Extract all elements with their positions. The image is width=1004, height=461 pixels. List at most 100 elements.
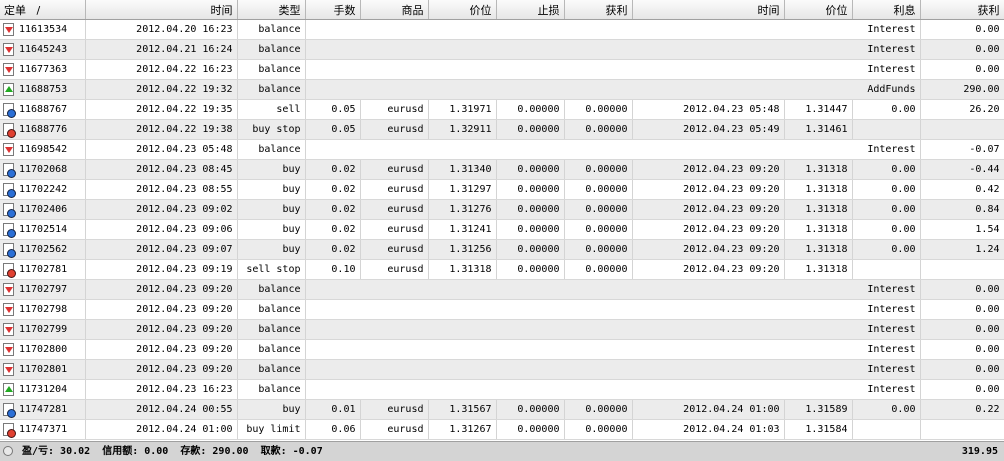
- type-cell: buy limit: [237, 419, 306, 440]
- open-time-cell: 2012.04.23 09:19: [85, 259, 238, 280]
- col-close-time[interactable]: 时间: [632, 0, 785, 20]
- row-icon-cell: [0, 79, 17, 100]
- table-row[interactable]: 11677363 2012.04.22 16:23 balance Interest 0…: [0, 59, 1004, 80]
- table-row[interactable]: 11688753 2012.04.22 19:32 balance AddFunds 2…: [0, 79, 1004, 100]
- row-icon-cell: [0, 359, 17, 380]
- deposit-arrow-icon: [3, 383, 14, 396]
- col-swap[interactable]: 利息: [852, 0, 921, 20]
- type-cell: balance: [237, 359, 306, 380]
- row-icon-cell: [0, 419, 17, 440]
- table-row[interactable]: 11613534 2012.04.20 16:23 balance Interest 0…: [0, 19, 1004, 40]
- col-ticket[interactable]: 定单 /: [0, 0, 86, 20]
- table-row[interactable]: 11702798 2012.04.23 09:20 balance Interest 0…: [0, 299, 1004, 320]
- cancelled-order-icon: [3, 123, 16, 138]
- row-icon-cell: [0, 259, 17, 280]
- header-row: 定单 / 时间 类型 手数 商品 价位 止损 获利 时间 价位 利息 获利: [0, 0, 1004, 20]
- profit-cell: 0.42: [920, 179, 1004, 200]
- withdraw-arrow-icon: [3, 283, 14, 296]
- withdraw-arrow-icon: [3, 343, 14, 356]
- col-sl[interactable]: 止损: [496, 0, 565, 20]
- table-row[interactable]: 11702514 2012.04.23 09:06 buy 0.02 eurusd 1.3…: [0, 219, 1004, 240]
- blank-cell: [305, 39, 852, 60]
- col-symbol[interactable]: 商品: [360, 0, 429, 20]
- col-lots[interactable]: 手数: [305, 0, 361, 20]
- ticket-cell: 11688776: [17, 119, 86, 140]
- table-row[interactable]: 11702242 2012.04.23 08:55 buy 0.02 eurusd 1.3…: [0, 179, 1004, 200]
- table-row[interactable]: 11702406 2012.04.23 09:02 buy 0.02 eurusd 1.3…: [0, 199, 1004, 220]
- sort-icon: /: [36, 3, 41, 17]
- lots-cell: 0.10: [305, 259, 361, 280]
- col-close-price[interactable]: 价位: [784, 0, 853, 20]
- withdraw-arrow-icon: [3, 323, 14, 336]
- type-cell: buy: [237, 219, 306, 240]
- close-time-cell: 2012.04.23 09:20: [632, 159, 785, 180]
- ticket-cell: 11688753: [17, 79, 86, 100]
- blank-cell: [305, 59, 852, 80]
- profit-cell: 0.00: [920, 359, 1004, 380]
- type-cell: buy stop: [237, 119, 306, 140]
- open-time-cell: 2012.04.22 19:35: [85, 99, 238, 120]
- ticket-cell: 11702800: [17, 339, 86, 360]
- open-price-cell: 1.31297: [428, 179, 497, 200]
- open-time-cell: 2012.04.23 08:55: [85, 179, 238, 200]
- table-row[interactable]: 11702801 2012.04.23 09:20 balance Interest 0…: [0, 359, 1004, 380]
- col-open-time[interactable]: 时间: [85, 0, 238, 20]
- ticket-cell: 11702514: [17, 219, 86, 240]
- ticket-cell: 11702562: [17, 239, 86, 260]
- table-row[interactable]: 11731204 2012.04.23 16:23 balance Interest 0…: [0, 379, 1004, 400]
- summary-text: 盈/亏: 30.02 信用额: 0.00 存款: 290.00 取款: -0.0…: [22, 446, 323, 457]
- symbol-cell: eurusd: [360, 99, 429, 120]
- ticket-cell: 11688767: [17, 99, 86, 120]
- blank-cell: [305, 79, 852, 100]
- table-row[interactable]: 11702562 2012.04.23 09:07 buy 0.02 eurusd 1.3…: [0, 239, 1004, 260]
- close-time-cell: 2012.04.23 09:20: [632, 219, 785, 240]
- symbol-cell: eurusd: [360, 219, 429, 240]
- table-row[interactable]: 11702797 2012.04.23 09:20 balance Interest 0…: [0, 279, 1004, 300]
- row-icon-cell: [0, 39, 17, 60]
- withdraw-arrow-icon: [3, 303, 14, 316]
- open-time-cell: 2012.04.23 08:45: [85, 159, 238, 180]
- col-profit[interactable]: 获利: [920, 0, 1004, 20]
- table-row[interactable]: 11702068 2012.04.23 08:45 buy 0.02 eurusd 1.3…: [0, 159, 1004, 180]
- profit-cell: -0.44: [920, 159, 1004, 180]
- open-time-cell: 2012.04.23 09:20: [85, 319, 238, 340]
- table-row[interactable]: 11698542 2012.04.23 05:48 balance Interest -…: [0, 139, 1004, 160]
- type-cell: balance: [237, 379, 306, 400]
- sl-cell: 0.00000: [496, 179, 565, 200]
- table-row[interactable]: 11688776 2012.04.22 19:38 buy stop 0.05 euru…: [0, 119, 1004, 140]
- swap-cell: [852, 119, 921, 140]
- comment-cell: Interest: [852, 319, 921, 340]
- table-row[interactable]: 11702781 2012.04.23 09:19 sell stop 0.10 eur…: [0, 259, 1004, 280]
- open-time-cell: 2012.04.22 19:32: [85, 79, 238, 100]
- table-row[interactable]: 11747371 2012.04.24 01:00 buy limit 0.06 eur…: [0, 419, 1004, 440]
- table-row[interactable]: 11702800 2012.04.23 09:20 balance Interest 0…: [0, 339, 1004, 360]
- tp-cell: 0.00000: [564, 99, 633, 120]
- symbol-cell: eurusd: [360, 239, 429, 260]
- sl-cell: 0.00000: [496, 159, 565, 180]
- col-tp[interactable]: 获利: [564, 0, 633, 20]
- sl-cell: 0.00000: [496, 239, 565, 260]
- lots-cell: 0.02: [305, 219, 361, 240]
- col-type[interactable]: 类型: [237, 0, 306, 20]
- ticket-cell: 11702242: [17, 179, 86, 200]
- open-time-cell: 2012.04.23 16:23: [85, 379, 238, 400]
- col-open-price[interactable]: 价位: [428, 0, 497, 20]
- open-price-cell: 1.31971: [428, 99, 497, 120]
- tp-cell: 0.00000: [564, 119, 633, 140]
- closed-order-icon: [3, 103, 16, 118]
- close-price-cell: 1.31318: [784, 259, 853, 280]
- table-row[interactable]: 11645243 2012.04.21 16:24 balance Interest 0…: [0, 39, 1004, 60]
- swap-cell: 0.00: [852, 239, 921, 260]
- open-time-cell: 2012.04.21 16:24: [85, 39, 238, 60]
- profit-cell: 0.00: [920, 379, 1004, 400]
- tp-cell: 0.00000: [564, 259, 633, 280]
- type-cell: balance: [237, 39, 306, 60]
- close-time-cell: 2012.04.23 09:20: [632, 199, 785, 220]
- table-row[interactable]: 11702799 2012.04.23 09:20 balance Interest 0…: [0, 319, 1004, 340]
- tp-cell: 0.00000: [564, 159, 633, 180]
- close-time-cell: 2012.04.23 09:20: [632, 179, 785, 200]
- tp-cell: 0.00000: [564, 399, 633, 420]
- table-row[interactable]: 11688767 2012.04.22 19:35 sell 0.05 eurusd 1.…: [0, 99, 1004, 120]
- table-row[interactable]: 11747281 2012.04.24 00:55 buy 0.01 eurusd 1.3…: [0, 399, 1004, 420]
- open-time-cell: 2012.04.23 09:02: [85, 199, 238, 220]
